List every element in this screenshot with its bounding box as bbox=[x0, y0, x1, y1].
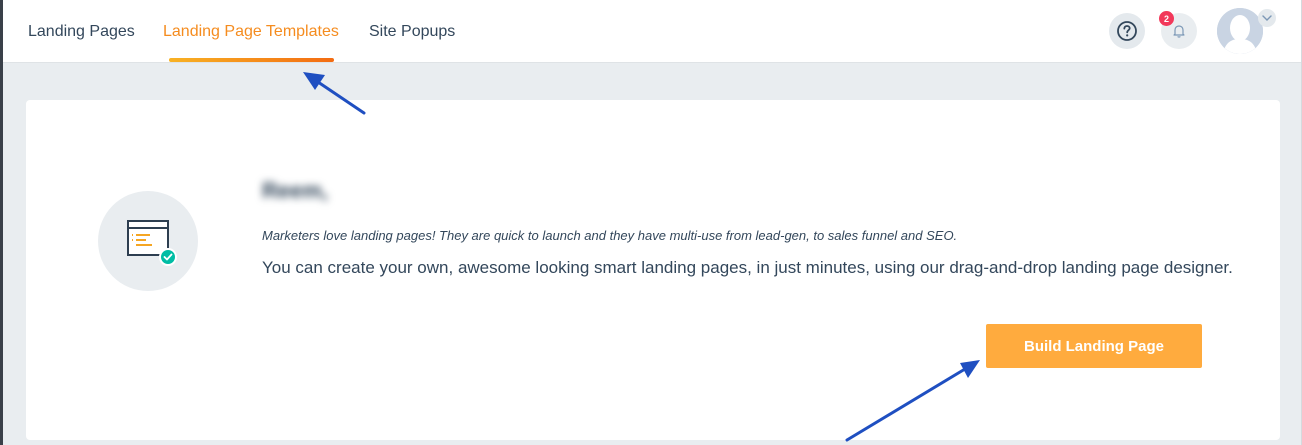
user-silhouette-icon bbox=[1217, 8, 1263, 54]
landing-page-check-icon bbox=[127, 220, 177, 266]
active-tab-underline bbox=[169, 58, 334, 62]
tagline: Marketers love landing pages! They are q… bbox=[262, 228, 958, 243]
top-nav-bar: Landing Pages Landing Page Templates Sit… bbox=[3, 0, 1301, 63]
tab-landing-pages[interactable]: Landing Pages bbox=[28, 0, 135, 63]
illustration bbox=[98, 191, 198, 291]
landing-pages-intro-card: Reem, Marketers love landing pages! They… bbox=[26, 100, 1280, 440]
build-landing-page-button[interactable]: Build Landing Page bbox=[986, 324, 1202, 368]
bell-icon bbox=[1173, 25, 1185, 38]
chevron-down-icon bbox=[1262, 15, 1272, 21]
question-circle-icon bbox=[1117, 21, 1137, 41]
account-menu-button[interactable] bbox=[1258, 9, 1276, 27]
user-avatar[interactable] bbox=[1217, 8, 1263, 54]
description: You can create your own, awesome looking… bbox=[262, 258, 1233, 277]
greeting-name: Reem, bbox=[262, 178, 329, 203]
help-button[interactable] bbox=[1109, 13, 1145, 49]
notification-count-badge: 2 bbox=[1159, 11, 1174, 26]
tab-landing-page-templates[interactable]: Landing Page Templates bbox=[163, 0, 339, 63]
tab-site-popups[interactable]: Site Popups bbox=[369, 0, 455, 63]
left-edge bbox=[0, 0, 3, 445]
